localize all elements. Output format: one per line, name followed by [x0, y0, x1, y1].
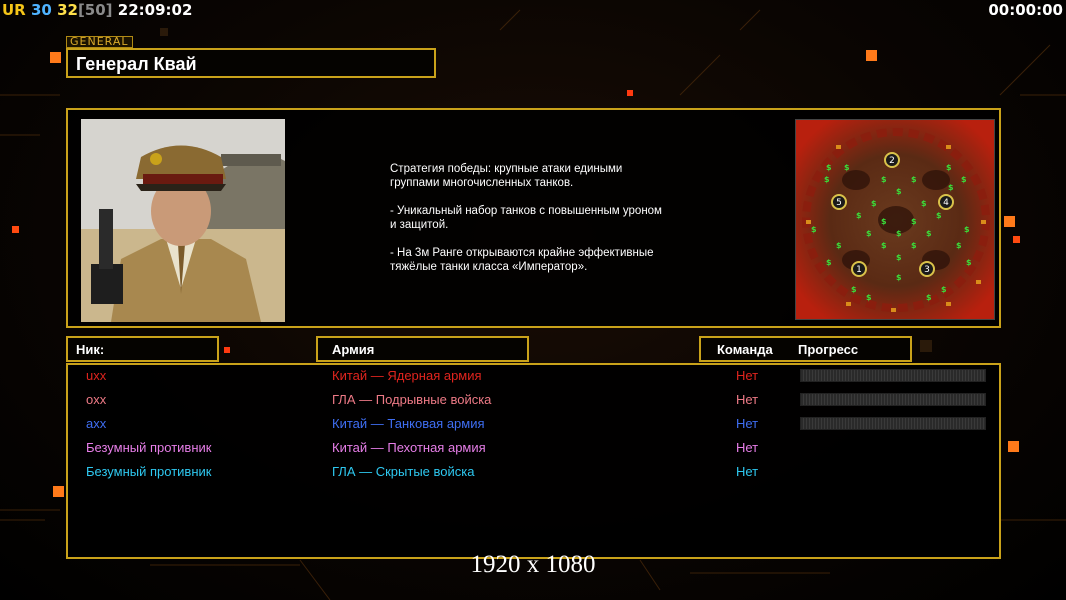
svg-text:$: $ [881, 241, 887, 250]
svg-text:1: 1 [856, 265, 862, 275]
column-header-nick: Ник: [66, 336, 219, 362]
svg-text:$: $ [866, 229, 872, 238]
svg-text:$: $ [956, 241, 962, 250]
player-army: Китай — Танковая армия [332, 416, 485, 431]
hud-ur: UR [2, 1, 26, 19]
player-progress-bar [800, 393, 986, 406]
player-nick: axx [86, 416, 107, 431]
svg-text:$: $ [926, 293, 932, 302]
svg-text:$: $ [844, 163, 850, 172]
player-nick: oxx [86, 392, 107, 407]
player-army: Китай — Пехотная армия [332, 440, 486, 455]
svg-text:$: $ [896, 229, 902, 238]
general-title-box: Генерал Квай [66, 48, 436, 78]
minimap-image: $ $$ $ $$ $$$ $ $$ $$ $ $$ $ $ $$ $$ $ $$ $ $$$ … [796, 120, 994, 319]
svg-text:$: $ [941, 285, 947, 294]
hud-value-1: 30 [30, 1, 52, 19]
player-row[interactable]: axx Китай — Танковая армия Нет [68, 413, 999, 435]
svg-text:$: $ [856, 211, 862, 220]
player-progress-bar [800, 369, 986, 382]
svg-text:$: $ [911, 217, 917, 226]
player-nick: Безумный противник [86, 440, 212, 455]
column-label-team: Команда [717, 342, 773, 357]
description-line-2: - Уникальный набор танков с повышенным у… [390, 205, 662, 231]
hud-value-3: [50] [77, 1, 113, 19]
resolution-label: 1920 x 1080 [470, 551, 596, 578]
player-row[interactable]: uxx Китай — Ядерная армия Нет [68, 365, 999, 387]
svg-text:$: $ [881, 217, 887, 226]
svg-text:4: 4 [943, 198, 949, 208]
svg-text:$: $ [866, 293, 872, 302]
svg-text:$: $ [961, 175, 967, 184]
svg-text:$: $ [911, 241, 917, 250]
general-info-panel: Стратегия победы: крупные атаки едиными … [66, 108, 1001, 328]
svg-text:$: $ [896, 253, 902, 262]
svg-text:$: $ [896, 273, 902, 282]
player-team: Нет [736, 464, 759, 479]
general-description: Стратегия победы: крупные атаки едиными … [390, 162, 720, 288]
svg-text:$: $ [946, 163, 952, 172]
minimap[interactable]: $ $ $ $ $ $ $ $ $ $ $ $ $ $ $ $ $ $ $ $ $ $ $ $ $ $ $ $ $ $ … [795, 119, 995, 320]
svg-text:$: $ [826, 163, 832, 172]
description-line-3: - На 3м Ранге открываются крайне эффекти… [390, 247, 654, 273]
svg-text:$: $ [921, 199, 927, 208]
player-nick: Безумный противник [86, 464, 212, 479]
svg-text:$: $ [851, 285, 857, 294]
player-list: uxx Китай — Ядерная армия Нет oxx ГЛА — … [66, 363, 1001, 559]
column-label-army: Армия [332, 342, 375, 357]
player-nick: uxx [86, 368, 107, 383]
svg-text:$: $ [966, 258, 972, 267]
player-team: Нет [736, 440, 759, 455]
svg-text:$: $ [824, 175, 830, 184]
svg-text:$: $ [896, 187, 902, 196]
general-portrait [81, 119, 285, 322]
hud-timer: 00:00:00 [988, 1, 1063, 19]
svg-text:3: 3 [924, 265, 930, 275]
column-header-team-progress: Команда Прогресс [699, 336, 912, 362]
description-line-1: Стратегия победы: крупные атаки едиными … [390, 163, 623, 189]
player-army: Китай — Ядерная армия [332, 368, 482, 383]
player-progress-bar [800, 417, 986, 430]
player-team: Нет [736, 392, 759, 407]
player-row[interactable]: oxx ГЛА — Подрывные войска Нет [68, 389, 999, 411]
column-header-army: Армия [316, 336, 529, 362]
svg-text:$: $ [948, 183, 954, 192]
svg-text:$: $ [964, 225, 970, 234]
column-label-progress: Прогресс [798, 342, 859, 357]
svg-text:$: $ [926, 229, 932, 238]
column-label-nick: Ник: [76, 342, 105, 357]
svg-text:$: $ [936, 211, 942, 220]
player-team: Нет [736, 416, 759, 431]
hud-clock: 22:09:02 [117, 1, 193, 19]
player-team: Нет [736, 368, 759, 383]
svg-text:2: 2 [889, 156, 895, 166]
svg-text:$: $ [871, 199, 877, 208]
svg-text:$: $ [826, 258, 832, 267]
player-army: ГЛА — Подрывные войска [332, 392, 492, 407]
svg-text:5: 5 [836, 198, 842, 208]
hud-value-2: 32 [57, 1, 78, 19]
svg-text:$: $ [836, 241, 842, 250]
player-army: ГЛА — Скрытые войска [332, 464, 475, 479]
svg-text:$: $ [811, 225, 817, 234]
portrait-image [81, 119, 285, 322]
player-row[interactable]: Безумный противник ГЛА — Скрытые войска … [68, 461, 999, 483]
general-tag: GENERAL [66, 36, 133, 48]
player-row[interactable]: Безумный противник Китай — Пехотная арми… [68, 437, 999, 459]
svg-text:$: $ [881, 175, 887, 184]
hud-stats: UR 30 32[50] 22:09:02 [2, 1, 192, 19]
svg-text:$: $ [911, 175, 917, 184]
general-name: Генерал Квай [76, 54, 197, 74]
